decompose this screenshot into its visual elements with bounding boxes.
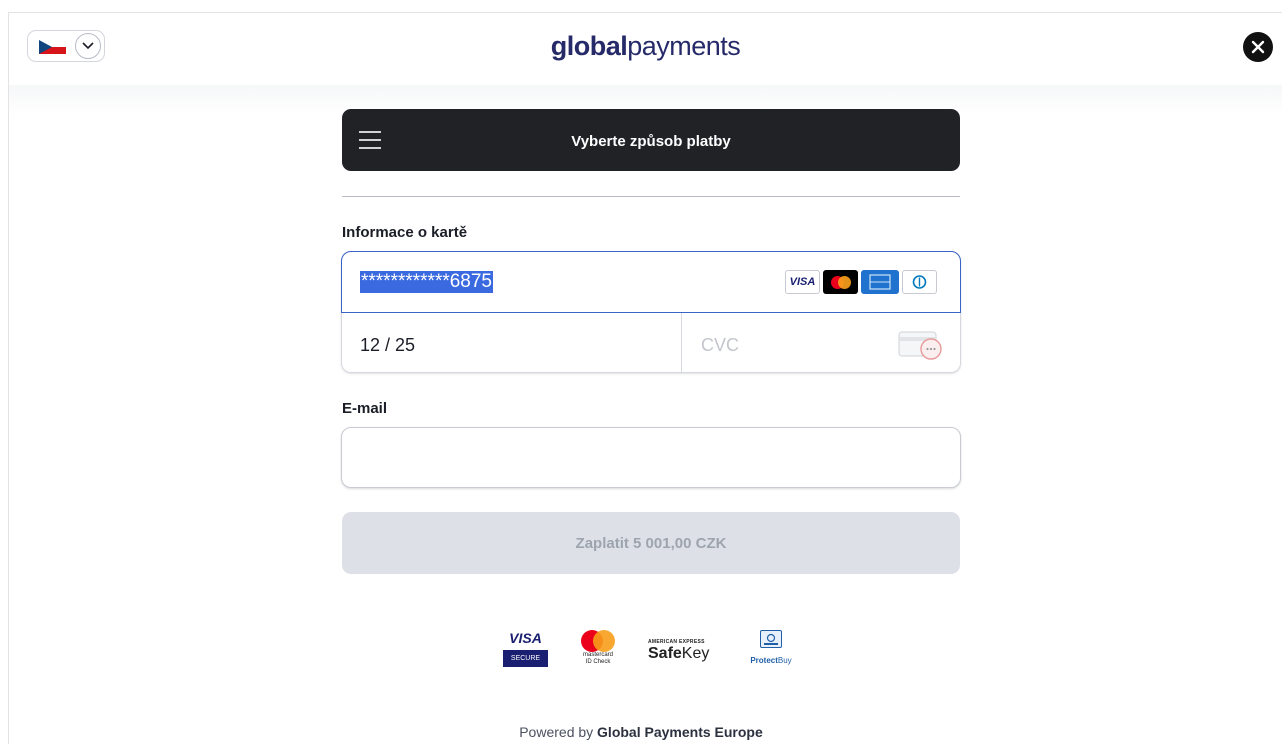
card-number-field[interactable]: ************6875 VISA [341, 251, 961, 313]
amex-logo-icon [861, 270, 899, 294]
card-info-label: Informace o kartě [342, 224, 468, 241]
pay-button[interactable]: Zaplatit 5 001,00 CZK [342, 512, 960, 574]
card-form: ************6875 VISA 12 / 25 CVC [341, 251, 961, 373]
protectbuy-bold: Protect [750, 656, 778, 665]
cvc-card-icon [898, 331, 942, 360]
powered-by-footer: Powered by Global Payments Europe [0, 724, 1282, 740]
visa-secure-badge: VISA SECURE [503, 630, 548, 667]
card-brand-logos: VISA [785, 270, 937, 294]
brand-logo: globalpayments [9, 31, 1282, 62]
protectbuy-light: Buy [777, 656, 792, 665]
cvc-placeholder: CVC [701, 335, 740, 355]
expiry-field[interactable]: 12 / 25 [342, 313, 682, 372]
amex-safekey-badge: AMERICAN EXPRESS SafeKey [648, 639, 716, 663]
payment-method-selector[interactable]: Vyberte způsob platby [342, 109, 960, 171]
brand-bold-text: global [550, 31, 628, 61]
close-button[interactable] [1243, 32, 1273, 62]
protectbuy-card-icon [760, 630, 782, 648]
card-number-value[interactable]: ************6875 [360, 271, 493, 293]
powered-by-company: Global Payments Europe [597, 724, 763, 740]
mc-line2: ID Check [585, 659, 611, 665]
brand-light-text: payments [627, 31, 741, 61]
section-divider [342, 196, 960, 197]
mastercard-logo-icon [823, 270, 858, 294]
header: globalpayments [9, 13, 1282, 85]
mc-line1: mastercard [582, 652, 613, 658]
powered-by-prefix: Powered by [519, 724, 594, 740]
visa-logo-icon: VISA [785, 270, 820, 294]
payment-method-title: Vyberte způsob platby [571, 133, 731, 150]
amex-safe-word: Safe [648, 645, 682, 662]
visa-secure-band: SECURE [503, 650, 548, 667]
visa-secure-word: VISA [509, 630, 542, 646]
amex-key-word: Key [681, 645, 710, 662]
cvc-field[interactable]: CVC [681, 313, 960, 372]
close-icon [1251, 40, 1265, 54]
mastercard-id-check-badge: mastercard ID Check [579, 630, 617, 666]
email-input[interactable] [341, 427, 961, 488]
expiry-value: 12 / 25 [360, 335, 416, 355]
protectbuy-badge: ProtectBuy [745, 630, 797, 665]
email-label: E-mail [342, 400, 388, 417]
frame-left-border [8, 12, 9, 744]
mastercard-circles-icon [579, 630, 617, 652]
diners-logo-icon [902, 270, 937, 294]
